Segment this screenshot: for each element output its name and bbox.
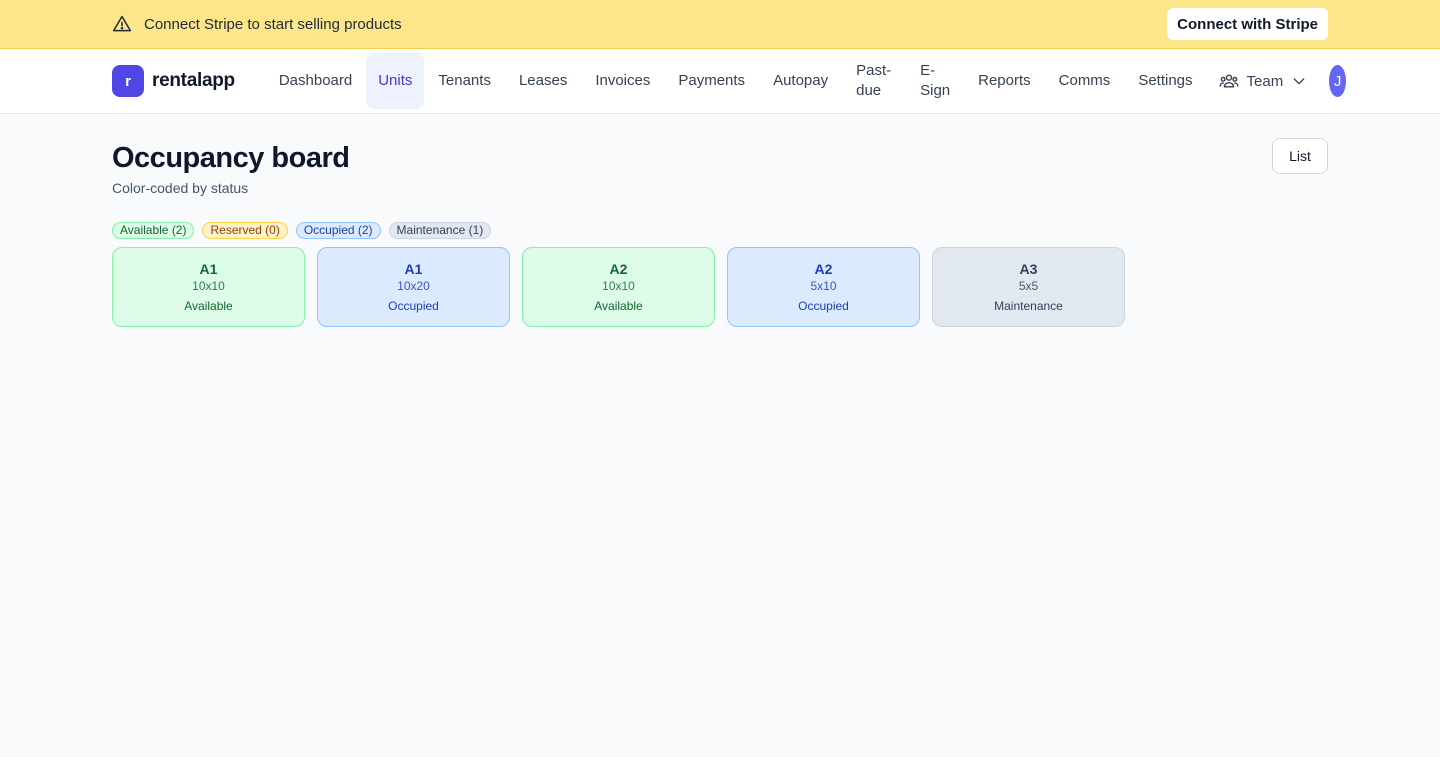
unit-size: 10x10 (602, 279, 635, 293)
unit-status: Occupied (388, 299, 439, 313)
brand-logo-link[interactable]: r rentalapp (112, 65, 235, 97)
nav-links: Dashboard Units Tenants Leases Invoices … (265, 53, 1207, 109)
unit-name: A1 (404, 261, 423, 277)
nav-link-units[interactable]: Units (366, 53, 425, 109)
status-legend: Available (2) Reserved (0) Occupied (2) … (112, 222, 1328, 239)
user-avatar[interactable]: J (1329, 65, 1346, 97)
nav-link-past-due[interactable]: Past-due (842, 53, 906, 109)
nav-link-reports[interactable]: Reports (964, 53, 1045, 109)
unit-size: 5x10 (810, 279, 837, 293)
team-icon (1219, 71, 1239, 91)
legend-pill-reserved[interactable]: Reserved (0) (202, 222, 288, 239)
brand-name: rentalapp (152, 70, 235, 91)
unit-size: 10x20 (397, 279, 430, 293)
team-label: Team (1246, 72, 1284, 90)
chevron-down-icon (1291, 73, 1307, 89)
unit-card[interactable]: A3 5x5 Maintenance (932, 247, 1125, 327)
list-view-button[interactable]: List (1272, 138, 1328, 174)
unit-size: 5x5 (1018, 279, 1039, 293)
unit-name: A2 (609, 261, 628, 277)
unit-card[interactable]: A2 10x10 Available (522, 247, 715, 327)
unit-name: A3 (1019, 261, 1038, 277)
unit-status: Occupied (798, 299, 849, 313)
nav-link-invoices[interactable]: Invoices (581, 53, 664, 109)
nav-link-payments[interactable]: Payments (664, 53, 759, 109)
banner-message-group: Connect Stripe to start selling products (112, 14, 402, 34)
nav-link-autopay[interactable]: Autopay (759, 53, 842, 109)
unit-name: A1 (199, 261, 218, 277)
unit-card[interactable]: A1 10x20 Occupied (317, 247, 510, 327)
occupancy-board: A1 10x10 Available A1 10x20 Occupied A2 … (112, 247, 1328, 327)
unit-status: Available (594, 299, 643, 313)
unit-status: Maintenance (994, 299, 1063, 313)
unit-size: 10x10 (192, 279, 225, 293)
page-title: Occupancy board (112, 142, 350, 174)
legend-pill-available[interactable]: Available (2) (112, 222, 195, 239)
legend-pill-maintenance[interactable]: Maintenance (1) (388, 222, 492, 239)
top-nav: r rentalapp Dashboard Units Tenants Leas… (0, 49, 1440, 114)
nav-link-leases[interactable]: Leases (505, 53, 581, 109)
nav-link-tenants[interactable]: Tenants (424, 53, 505, 109)
warning-triangle-icon (112, 14, 132, 34)
unit-card[interactable]: A1 10x10 Available (112, 247, 305, 327)
banner-message: Connect Stripe to start selling products (144, 15, 402, 33)
connect-stripe-button[interactable]: Connect with Stripe (1167, 8, 1328, 40)
page-subtitle: Color-coded by status (112, 180, 249, 196)
nav-link-e-sign[interactable]: E-Sign (906, 53, 964, 109)
nav-link-dashboard[interactable]: Dashboard (265, 53, 366, 109)
main-content: Occupancy board Color-coded by status Li… (0, 114, 1440, 351)
unit-status: Available (184, 299, 233, 313)
unit-card[interactable]: A2 5x10 Occupied (727, 247, 920, 327)
team-menu[interactable]: Team (1219, 71, 1308, 91)
brand-logo-icon: r (112, 65, 144, 97)
stripe-banner: Connect Stripe to start selling products… (0, 0, 1440, 49)
nav-link-settings[interactable]: Settings (1124, 53, 1206, 109)
legend-pill-occupied[interactable]: Occupied (2) (295, 222, 381, 239)
nav-link-comms[interactable]: Comms (1045, 53, 1125, 109)
unit-name: A2 (814, 261, 833, 277)
